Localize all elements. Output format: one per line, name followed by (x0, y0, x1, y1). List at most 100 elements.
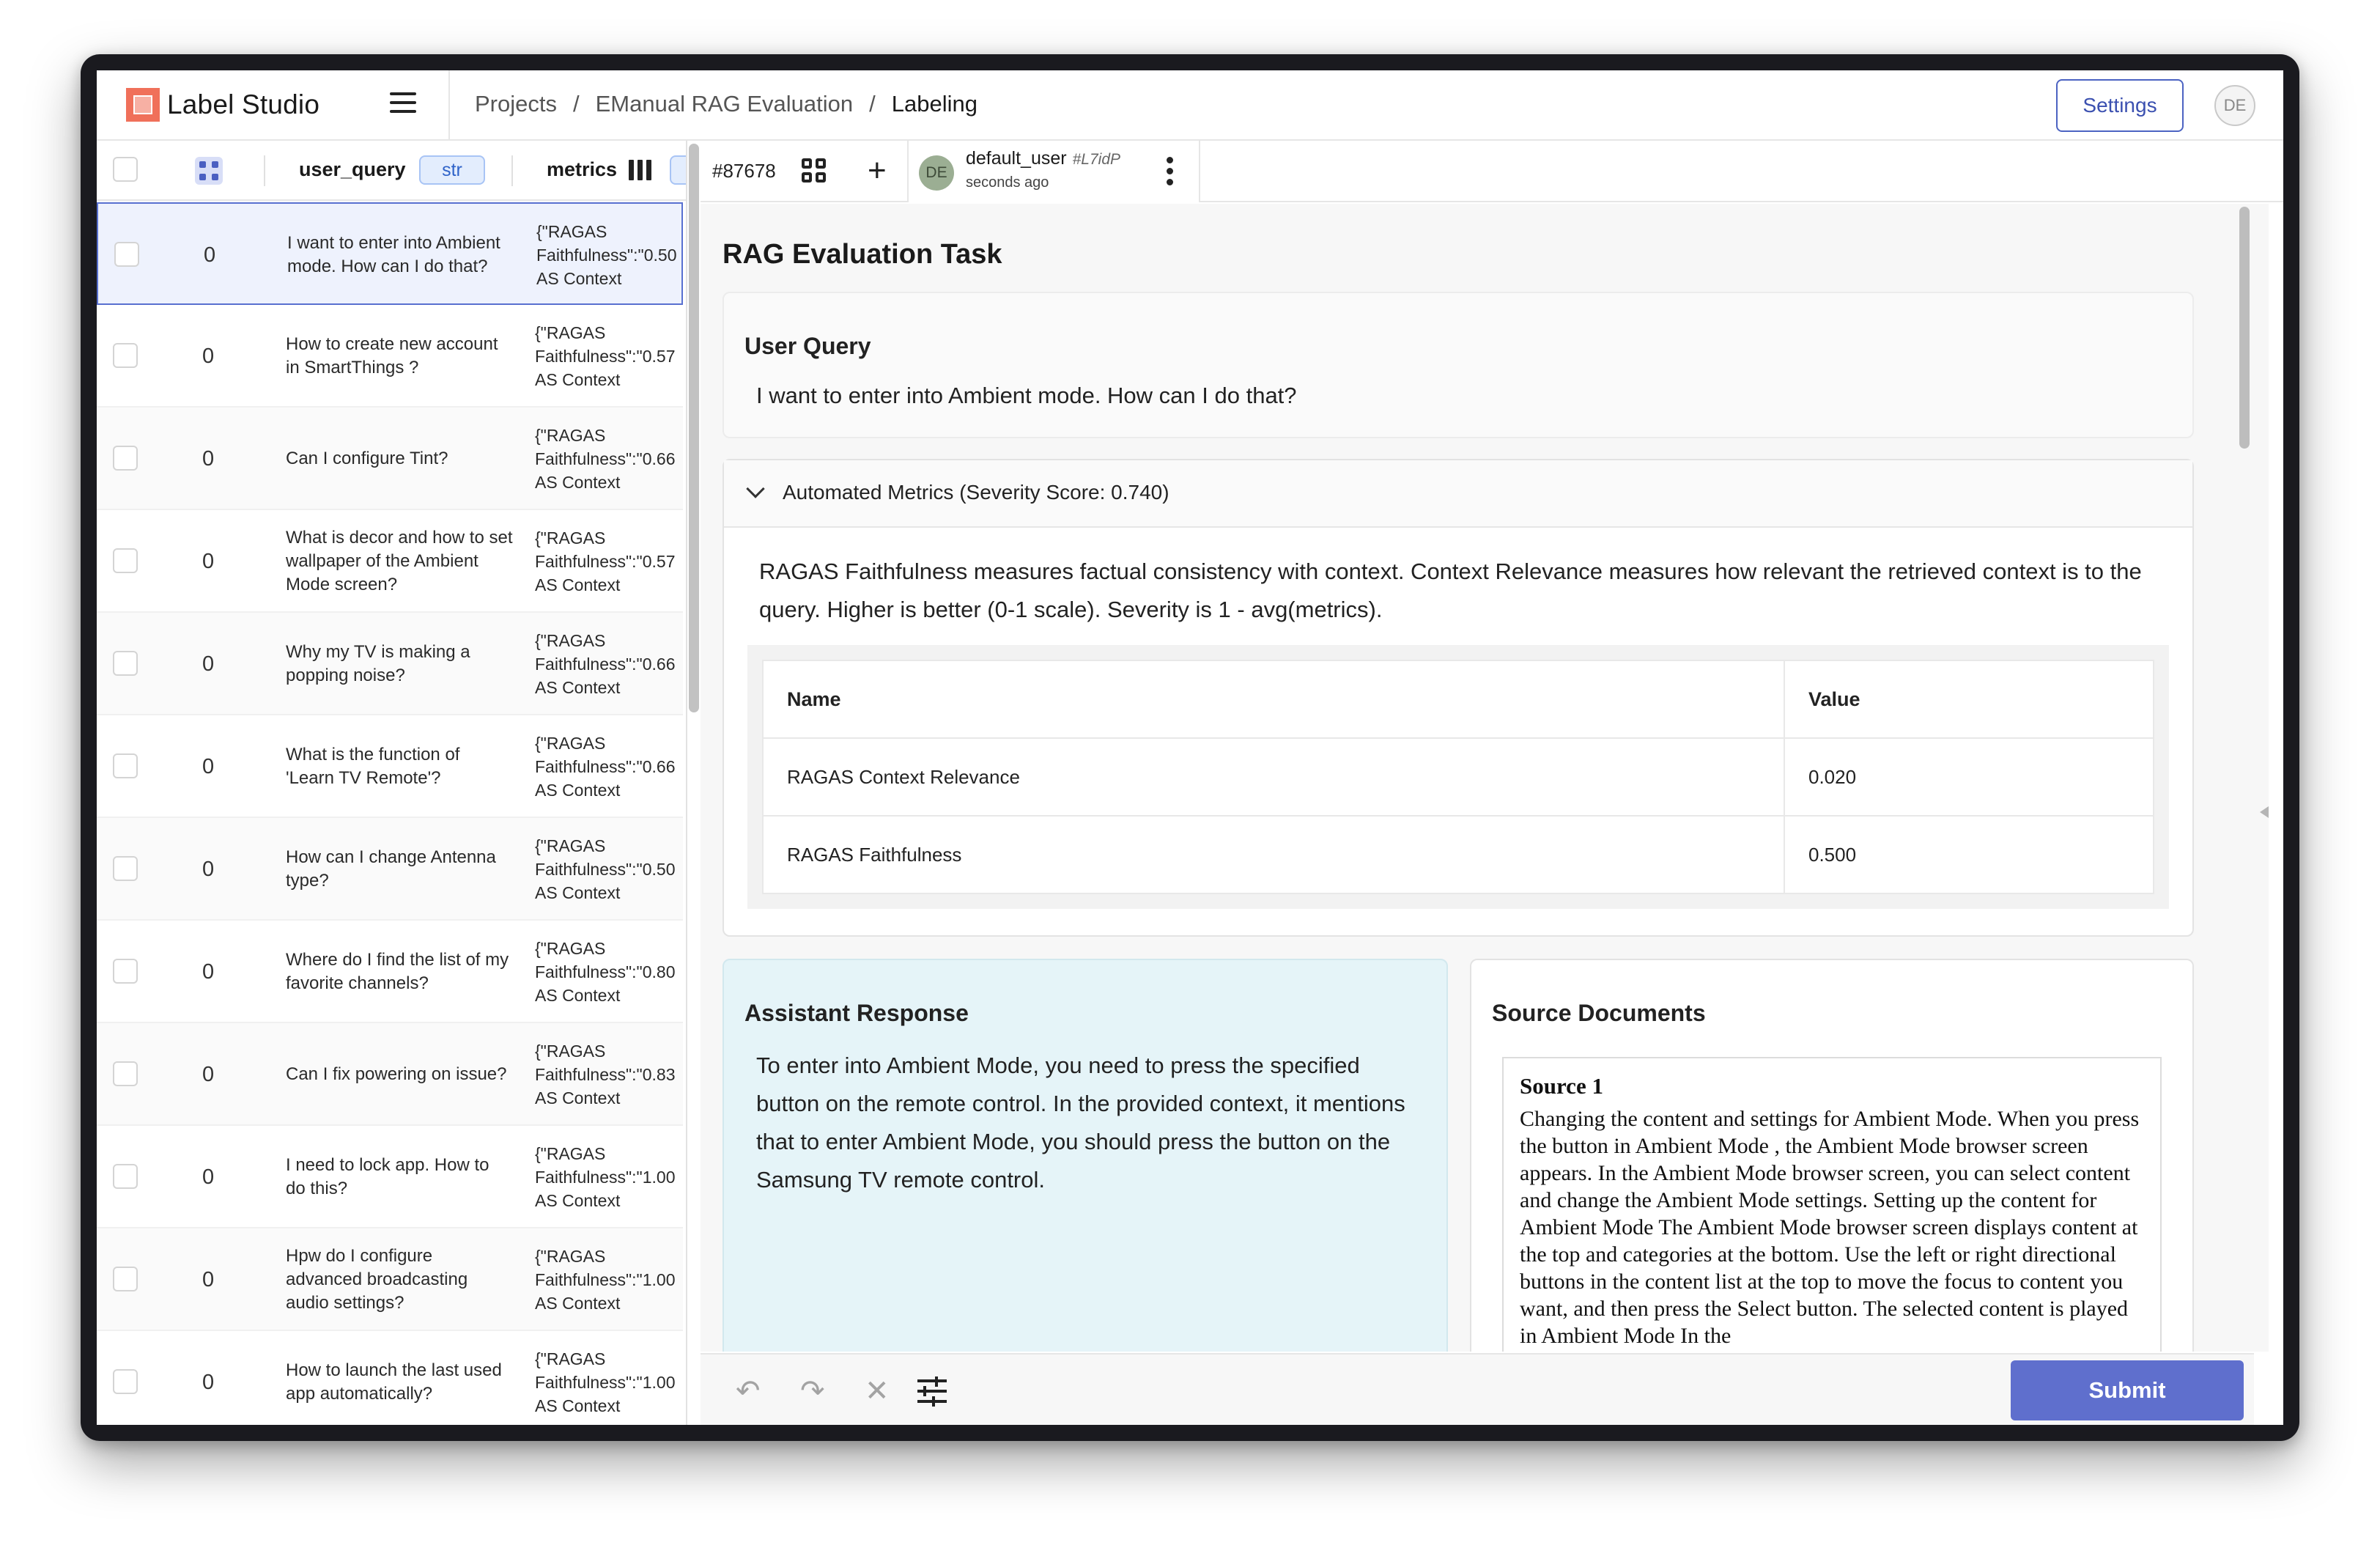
label-studio-logo-icon (126, 88, 160, 122)
table-row[interactable]: 0 Where do I find the list of my favorit… (97, 921, 683, 1023)
row-checkbox[interactable] (113, 1061, 138, 1086)
annotation-id: #L7idP (1072, 151, 1120, 168)
metrics-line: Faithfulness":"1.00 (535, 1270, 676, 1289)
header-divider (448, 70, 450, 141)
metrics-line: {"RAGAS (536, 222, 607, 241)
annotation-toolbar: #87678 + DE default_user #L7idP seconds a… (701, 141, 2283, 202)
table-row[interactable]: 0 Why my TV is making a popping noise? {… (97, 613, 683, 715)
row-metrics: {"RAGAS Faithfulness":"0.50 AS Context (535, 818, 686, 921)
row-user-query: How to create new account in SmartThings… (286, 334, 498, 377)
annotations-column-icon[interactable] (195, 157, 223, 185)
row-checkbox[interactable] (113, 651, 138, 676)
row-user-query: Can I configure Tint? (286, 449, 448, 468)
table-row[interactable]: 0 Can I fix powering on issue? {"RAGAS Fa… (97, 1023, 683, 1126)
row-checkbox[interactable] (113, 446, 138, 471)
source-documents-heading: Source Documents (1492, 1000, 1706, 1026)
annotation-count: 0 (202, 1063, 215, 1086)
row-checkbox[interactable] (113, 1267, 138, 1291)
row-checkbox[interactable] (113, 753, 138, 778)
row-checkbox[interactable] (113, 548, 138, 573)
undo-icon[interactable]: ↶ (736, 1376, 761, 1406)
source-text: Changing the content and settings for Am… (1520, 1107, 2140, 1348)
annotation-count: 0 (202, 858, 215, 881)
menu-icon[interactable] (390, 92, 416, 116)
vertical-scrollbar[interactable] (689, 144, 699, 712)
task-table-header: user_query str metrics (97, 141, 686, 201)
row-metrics: {"RAGAS Faithfulness":"0.57 AS Context (535, 510, 686, 613)
row-user-query: How can I change Antenna type? (286, 847, 496, 891)
avatar[interactable]: DE (2214, 85, 2255, 126)
annotation-count: 0 (202, 550, 215, 573)
metrics-line: AS Context (535, 678, 621, 697)
table-row[interactable]: 0 What is the function of 'Learn TV Remo… (97, 715, 683, 818)
metrics-line: Faithfulness":"0.80 (535, 962, 676, 981)
metrics-line: AS Context (535, 1088, 621, 1107)
table-row[interactable]: 0 How can I change Antenna type? {"RAGAS… (97, 818, 683, 921)
vertical-scrollbar[interactable] (2239, 207, 2250, 449)
metrics-line: AS Context (535, 1191, 621, 1210)
table-row[interactable]: 0 What is decor and how to set wallpaper… (97, 510, 683, 613)
row-checkbox[interactable] (113, 856, 138, 881)
row-checkbox[interactable] (113, 959, 138, 984)
row-checkbox[interactable] (113, 343, 138, 368)
row-user-query: How to launch the last used app automati… (286, 1360, 502, 1404)
row-checkbox[interactable] (113, 1369, 138, 1394)
columns-icon[interactable] (629, 160, 654, 180)
row-metrics: {"RAGAS Faithfulness":"0.66 AS Context (535, 613, 686, 715)
collapse-panel-icon[interactable] (2260, 806, 2269, 818)
sliders-icon[interactable] (917, 1376, 947, 1407)
metrics-line: Faithfulness":"0.50 (536, 246, 677, 265)
top-bar: Label Studio Projects / EManual RAG Eval… (97, 70, 2283, 141)
more-options-icon[interactable] (1167, 157, 1174, 186)
annotation-count: 0 (202, 1268, 215, 1291)
metrics-line: Faithfulness":"0.83 (535, 1065, 676, 1084)
source-documents-card: Source Documents Source 1 Changing the c… (1470, 959, 2194, 1352)
submit-button[interactable]: Submit (2011, 1360, 2244, 1420)
assistant-response-heading: Assistant Response (744, 1000, 969, 1026)
app-logo[interactable]: Label Studio (126, 88, 319, 122)
breadcrumb-project[interactable]: EManual RAG Evaluation (596, 91, 854, 117)
row-metrics: {"RAGAS Faithfulness":"1.00 AS Context (535, 1331, 686, 1425)
add-annotation-icon[interactable]: + (868, 155, 887, 187)
metrics-line: AS Context (535, 473, 621, 492)
annotation-count: 0 (204, 243, 216, 267)
column-header-metrics[interactable]: metrics (547, 158, 617, 181)
breadcrumb-projects[interactable]: Projects (475, 91, 557, 117)
row-metrics: {"RAGAS Faithfulness":"1.00 AS Context (535, 1228, 686, 1331)
table-row[interactable]: 0 I need to lock app. How to do this? {"… (97, 1126, 683, 1228)
redo-icon[interactable]: ↷ (800, 1376, 825, 1406)
row-metrics: {"RAGAS Faithfulness":"0.80 AS Context (535, 921, 686, 1023)
row-checkbox[interactable] (113, 1164, 138, 1189)
row-user-query: What is the function of 'Learn TV Remote… (286, 745, 460, 788)
metrics-line: Faithfulness":"0.66 (535, 655, 676, 674)
row-metrics: {"RAGAS Faithfulness":"0.66 AS Context (535, 715, 686, 818)
source-document[interactable]: Source 1 Changing the content and settin… (1502, 1057, 2162, 1352)
row-checkbox[interactable] (114, 242, 139, 267)
assistant-response-text: To enter into Ambient Mode, you need to … (756, 1053, 1405, 1193)
table-row[interactable]: 0 Can I configure Tint? {"RAGAS Faithfuln… (97, 408, 683, 510)
metrics-line: AS Context (535, 1294, 621, 1313)
metrics-accordion-header[interactable]: Automated Metrics (Severity Score: 0.740… (724, 460, 2192, 528)
table-row: RAGAS Faithfulness 0.500 (762, 815, 2154, 894)
breadcrumb-separator: / (869, 91, 876, 117)
column-header-user-query[interactable]: user_query (299, 158, 406, 181)
grid-icon[interactable] (802, 158, 827, 183)
metrics-line: Faithfulness":"0.57 (535, 552, 676, 571)
table-row[interactable]: 0 I want to enter into Ambient mode. How… (97, 202, 683, 305)
metrics-line: {"RAGAS (535, 1349, 606, 1368)
row-user-query: I want to enter into Ambient mode. How c… (287, 233, 500, 276)
table-row[interactable]: 0 How to launch the last used app automa… (97, 1331, 683, 1425)
settings-button[interactable]: Settings (2056, 79, 2184, 132)
user-query-text: I want to enter into Ambient mode. How c… (756, 383, 1297, 408)
select-all-checkbox[interactable] (113, 157, 138, 182)
annotation-tab[interactable]: DE default_user #L7idP seconds ago (907, 141, 1200, 202)
row-metrics: {"RAGAS Faithfulness":"0.83 AS Context (535, 1023, 686, 1126)
table-row[interactable]: 0 How to create new account in SmartThin… (97, 305, 683, 408)
row-user-query: Hpw do I configure advanced broadcasting… (286, 1246, 468, 1313)
table-row[interactable]: 0 Hpw do I configure advanced broadcasti… (97, 1228, 683, 1331)
annotation-count: 0 (202, 447, 215, 471)
metrics-line: AS Context (535, 883, 621, 902)
close-icon[interactable]: ✕ (865, 1376, 890, 1406)
metrics-line: {"RAGAS (535, 528, 606, 548)
row-metrics: {"RAGAS Faithfulness":"0.66 AS Context (535, 408, 686, 510)
